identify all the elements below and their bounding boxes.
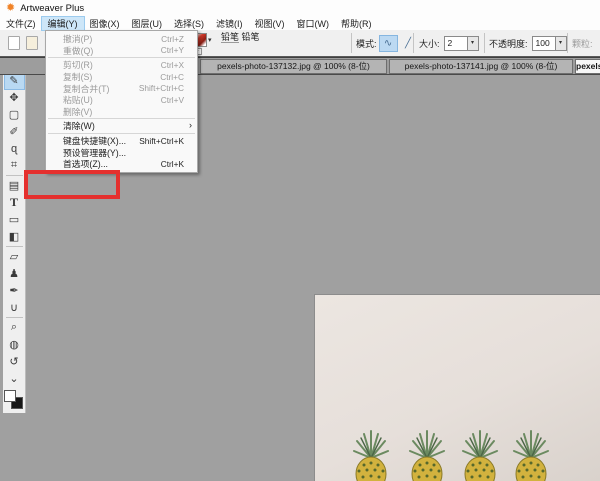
menu-item-keyboard-shortcuts[interactable]: 键盘快捷键(X)... Shift+Ctrl+K	[46, 135, 197, 147]
menu-item-shortcut: Ctrl+X	[160, 59, 184, 70]
marquee-select-tool[interactable]: ▢	[5, 106, 24, 123]
menubar-item-file[interactable]: 文件(Z)	[0, 17, 42, 30]
menu-item-preset-manager[interactable]: 预设管理器(Y)...	[46, 146, 197, 158]
rotate-view-tool[interactable]: ↺	[5, 353, 24, 370]
tool-variant-label[interactable]: 铅笔	[242, 32, 260, 42]
toolbar-separator	[484, 33, 485, 53]
zoom-tool[interactable]: ⌕	[5, 319, 24, 336]
pineapple-image	[404, 428, 450, 481]
palette-separator	[5, 246, 23, 247]
edit-dropdown-menu: 撤消(P) Ctrl+Z 重做(Q) Ctrl+Y 剪切(R) Ctrl+X 复制(S) Ct…	[45, 30, 198, 173]
size-label: 大小:	[419, 38, 440, 49]
menu-item-preferences[interactable]: 首选项(Z)... Ctrl+K	[46, 158, 197, 170]
menu-item-cut: 剪切(R) Ctrl+X	[46, 59, 197, 71]
gradient-tool[interactable]: ◧	[5, 228, 24, 245]
canvas-image[interactable]	[315, 295, 600, 481]
color-swatches	[4, 390, 24, 410]
crop-tool[interactable]: ⌗	[5, 157, 24, 174]
palette-separator	[5, 175, 23, 176]
menu-item-shortcut: Ctrl+Z	[161, 33, 184, 44]
menu-item-undo: 撤消(P) Ctrl+Z	[46, 33, 197, 45]
menu-item-label: 清除(W)	[63, 121, 95, 132]
chevron-down-icon[interactable]: ▾	[554, 36, 566, 50]
tool-palette: ✎ ✥ ▢ ✐ ɋ ⌗ ▤ T ▭ ◧ ▱ ♟ ✒ ∪ ⌕ ◍ ↺ ⌄	[3, 58, 26, 413]
document-tab[interactable]: pexels-photo-137141.jpg @ 100% (8-位)	[389, 59, 573, 74]
size-value[interactable]: 2	[445, 37, 467, 50]
opacity-value[interactable]: 100	[533, 37, 555, 50]
lasso-tool[interactable]: ɋ	[5, 140, 24, 157]
foreground-color-swatch[interactable]	[4, 390, 16, 402]
eraser-tool[interactable]: ▱	[5, 248, 24, 265]
opacity-combobox[interactable]: 100 ▾	[531, 35, 567, 51]
menu-item-label: 首选项(Z)...	[63, 159, 108, 170]
menubar-item-filter[interactable]: 滤镜(I)	[210, 17, 249, 30]
document-tab[interactable]: pexels-pho	[575, 59, 600, 74]
palette-separator	[5, 317, 23, 318]
pineapple-image	[508, 428, 554, 481]
move-tool[interactable]: ✥	[5, 89, 24, 106]
pineapple-image	[348, 428, 394, 481]
menu-item-shortcut: Shift+Ctrl+K	[139, 135, 184, 146]
chevron-down-icon[interactable]: ▾	[466, 36, 478, 50]
open-document-icon[interactable]	[26, 36, 38, 50]
stamp-tool[interactable]: ♟	[5, 265, 24, 282]
size-combobox[interactable]: 2 ▾	[443, 35, 479, 51]
eyedropper-tool[interactable]: ✒	[5, 282, 24, 299]
toolbar-separator	[351, 33, 352, 53]
menu-item-shortcut: Ctrl+C	[160, 71, 184, 82]
artweaver-app-icon: ✹	[6, 1, 16, 14]
menu-item-delete: 删除(V)	[46, 106, 197, 118]
tool-preset-labels: 铅笔 铅笔	[221, 31, 348, 43]
window-title: Artweaver Plus	[20, 2, 85, 14]
chevron-down-icon[interactable]: ▾	[208, 36, 212, 44]
menubar-item-image[interactable]: 图像(X)	[84, 17, 126, 30]
pick-tool[interactable]: ⌄	[5, 370, 24, 387]
menubar-item-edit[interactable]: 编辑(Y)	[40, 15, 85, 31]
menu-item-clear[interactable]: 清除(W) ›	[46, 120, 197, 132]
submenu-arrow-icon: ›	[189, 120, 192, 131]
mode-label: 模式:	[356, 38, 377, 49]
toolbar-separator	[567, 33, 568, 53]
grain-label: 颗粒:	[572, 38, 593, 49]
menu-item-label: 删除(V)	[63, 106, 93, 117]
menubar-item-view[interactable]: 视图(V)	[249, 17, 291, 30]
menu-item-copy-merged: 复制合并(T) Shift+Ctrl+C	[46, 82, 197, 94]
window-titlebar: ✹ Artweaver Plus	[0, 0, 600, 16]
menu-item-copy: 复制(S) Ctrl+C	[46, 71, 197, 83]
menu-item-label: 重做(Q)	[63, 45, 94, 56]
freehand-stroke-icon[interactable]: ∿	[378, 34, 398, 52]
opacity-label: 不透明度:	[489, 38, 528, 49]
menu-bar: 文件(Z) 编辑(Y) 图像(X) 图层(U) 选择(S) 滤镜(I) 视图(V) 窗口(W)…	[0, 15, 600, 31]
menu-item-shortcut: Ctrl+Y	[160, 45, 184, 56]
pineapple-image	[457, 428, 503, 481]
menubar-item-layer[interactable]: 图层(U)	[126, 17, 169, 30]
fill-tool[interactable]: ∪	[5, 299, 24, 316]
new-document-icon[interactable]	[8, 36, 20, 50]
toolbar-separator	[413, 33, 414, 53]
pattern-tool[interactable]: ▤	[5, 177, 24, 194]
smudge-tool[interactable]: ◍	[5, 336, 24, 353]
menubar-item-help[interactable]: 帮助(R)	[335, 17, 378, 30]
menu-item-shortcut: Ctrl+V	[160, 94, 184, 105]
tool-name-label[interactable]: 铅笔	[221, 32, 240, 43]
magic-wand-tool[interactable]: ✐	[5, 123, 24, 140]
menubar-item-select[interactable]: 选择(S)	[168, 17, 210, 30]
menu-item-paste: 粘贴(U) Ctrl+V	[46, 94, 197, 106]
menu-item-redo: 重做(Q) Ctrl+Y	[46, 45, 197, 57]
menu-item-shortcut: Ctrl+K	[160, 158, 184, 169]
text-tool[interactable]: T	[5, 194, 24, 211]
document-tab[interactable]: pexels-photo-137132.jpg @ 100% (8-位)	[200, 59, 387, 74]
menubar-item-window[interactable]: 窗口(W)	[291, 17, 336, 30]
shape-tool[interactable]: ▭	[5, 211, 24, 228]
menu-item-shortcut: Shift+Ctrl+C	[138, 83, 184, 94]
